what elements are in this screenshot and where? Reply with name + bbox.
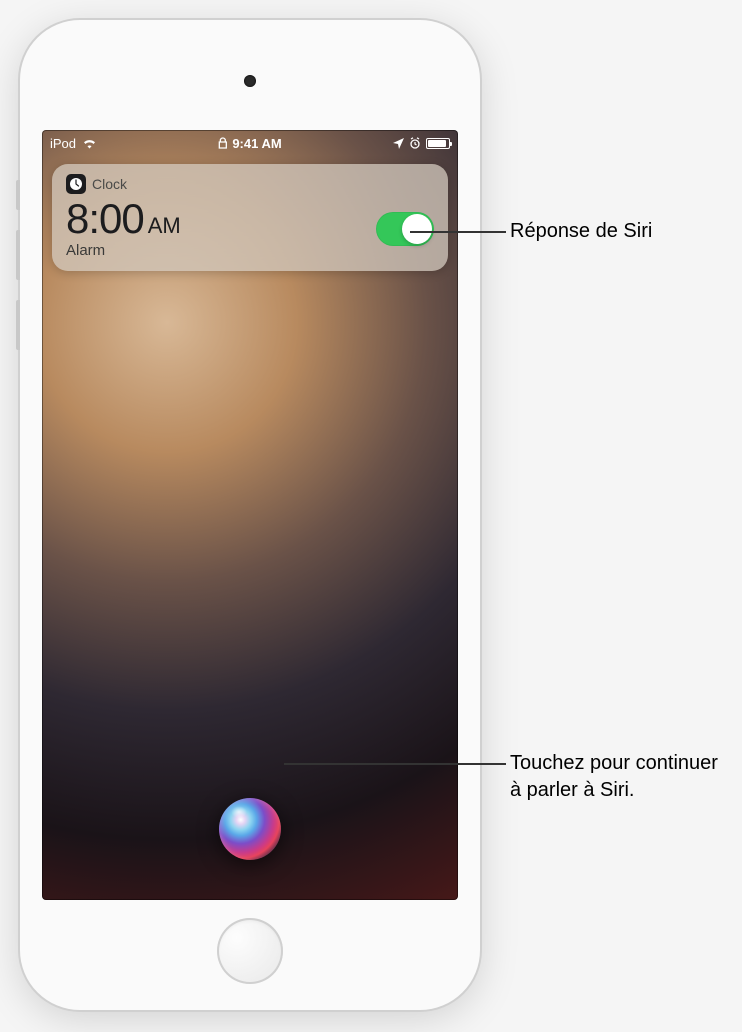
toggle-knob [402, 214, 432, 244]
status-bar-right [393, 137, 450, 149]
clock-app-icon [66, 174, 86, 194]
alarm-status-icon [409, 137, 421, 149]
side-buttons [16, 180, 20, 370]
battery-fill [428, 140, 446, 147]
notification-header: Clock [66, 174, 434, 194]
location-icon [393, 138, 404, 149]
home-button[interactable] [217, 918, 283, 984]
callout-siri-response: Réponse de Siri [510, 218, 730, 245]
mute-switch [16, 180, 20, 210]
alarm-time-value: 8:00 [66, 198, 144, 240]
notification-body: 8:00 AM Alarm [66, 198, 434, 259]
alarm-notification-card[interactable]: Clock 8:00 AM Alarm [52, 164, 448, 271]
status-bar-left: iPod [50, 136, 97, 151]
alarm-time: 8:00 AM [66, 198, 376, 240]
status-bar-center: 9:41 AM [218, 136, 281, 151]
volume-down-button [16, 300, 20, 350]
device-screen: iPod 9:41 AM [42, 130, 458, 900]
alarm-sublabel: Alarm [66, 242, 376, 259]
notification-app-name: Clock [92, 176, 127, 192]
front-camera [244, 75, 256, 87]
callout-tap-continue: Touchez pour continuer à parler à Siri. [510, 750, 730, 804]
battery-icon [426, 138, 450, 149]
carrier-label: iPod [50, 136, 76, 151]
callout-leader-line [410, 231, 506, 233]
notification-text: 8:00 AM Alarm [66, 198, 376, 259]
status-bar: iPod 9:41 AM [42, 130, 458, 156]
alarm-toggle[interactable] [376, 212, 434, 246]
siri-button[interactable] [219, 798, 281, 860]
wifi-icon [82, 138, 97, 149]
device-frame: iPod 9:41 AM [20, 20, 480, 1010]
callout-leader-line [284, 763, 506, 765]
status-time: 9:41 AM [232, 136, 281, 151]
volume-up-button [16, 230, 20, 280]
lock-icon [218, 137, 227, 149]
alarm-time-ampm: AM [148, 215, 181, 237]
